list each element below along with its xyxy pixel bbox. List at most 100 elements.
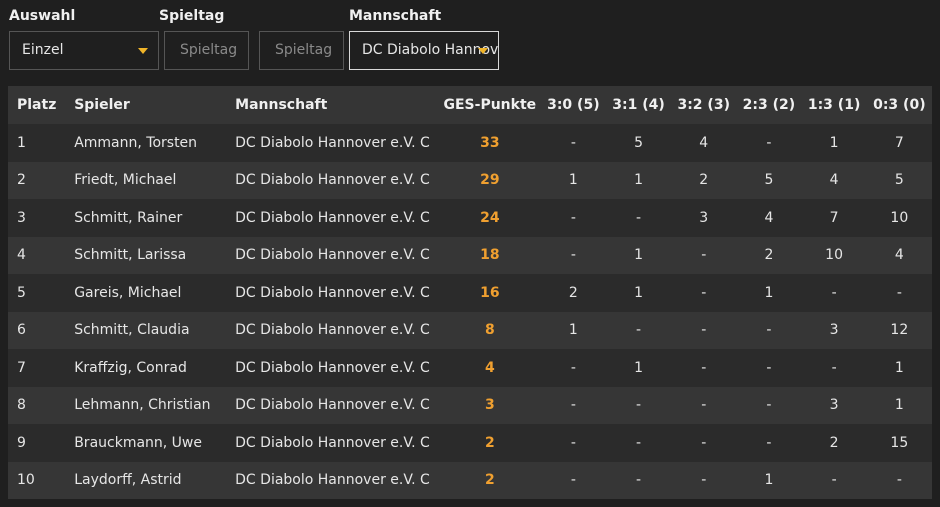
auswahl-select[interactable]: Einzel [9, 31, 159, 70]
cell-mannschaft[interactable]: DC Diabolo Hannover e.V. C [235, 124, 439, 162]
table-row[interactable]: 1 Ammann, Torsten DC Diabolo Hannover e.V.… [8, 124, 932, 162]
spieltag-to-value: Spieltag [275, 42, 333, 58]
header-ges-punkte[interactable]: GES-Punkte [438, 86, 541, 124]
table-row[interactable]: 4 Schmitt, Larissa DC Diabolo Hannover e.V… [8, 236, 932, 274]
cell-3-2: - [671, 349, 737, 387]
spieltag-from-value: Spieltag [180, 42, 238, 58]
table-row[interactable]: 8 Lehmann, Christian DC Diabolo Hannover e… [8, 386, 932, 424]
cell-ges-punkte: 18 [438, 236, 541, 274]
cell-1-3: - [801, 461, 867, 499]
cell-3-1: - [605, 311, 672, 349]
cell-3-1: - [605, 461, 672, 499]
cell-3-2: 2 [671, 161, 737, 199]
auswahl-label: Auswahl [9, 8, 76, 24]
cell-mannschaft[interactable]: DC Diabolo Hannover e.V. C [235, 461, 439, 499]
cell-platz: 7 [8, 349, 75, 387]
cell-spieler[interactable]: Schmitt, Claudia [74, 311, 236, 349]
cell-3-2: - [671, 236, 737, 274]
table-row[interactable]: 2 Friedt, Michael DC Diabolo Hannover e.V.… [8, 161, 932, 199]
cell-mannschaft[interactable]: DC Diabolo Hannover e.V. C [235, 199, 439, 237]
table-row[interactable]: 10 Laydorff, Astrid DC Diabolo Hannover e.… [8, 461, 932, 499]
table-row[interactable]: 9 Brauckmann, Uwe DC Diabolo Hannover e.V.… [8, 424, 932, 462]
spieltag-to-select[interactable]: Spieltag [259, 31, 344, 70]
cell-ges-punkte: 29 [438, 161, 541, 199]
cell-spieler[interactable]: Laydorff, Astrid [74, 461, 236, 499]
cell-spieler[interactable]: Ammann, Torsten [74, 124, 236, 162]
cell-mannschaft[interactable]: DC Diabolo Hannover e.V. C [235, 386, 439, 424]
cell-0-3: 10 [866, 199, 932, 237]
cell-platz: 3 [8, 199, 75, 237]
cell-mannschaft[interactable]: DC Diabolo Hannover e.V. C [235, 236, 439, 274]
mannschaft-select[interactable]: DC Diabolo Hannover e.V. C [349, 31, 499, 70]
cell-1-3: - [801, 274, 867, 312]
table-row[interactable]: 3 Schmitt, Rainer DC Diabolo Hannover e.V.… [8, 199, 932, 237]
cell-spieler[interactable]: Gareis, Michael [74, 274, 236, 312]
header-spieler[interactable]: Spieler [74, 86, 236, 124]
cell-ges-punkte: 2 [438, 424, 541, 462]
cell-platz: 6 [8, 311, 75, 349]
cell-2-3: - [736, 349, 802, 387]
header-0-3[interactable]: 0:3 (0) [866, 86, 932, 124]
cell-platz: 2 [8, 161, 75, 199]
cell-2-3: - [736, 424, 802, 462]
cell-spieler[interactable]: Lehmann, Christian [74, 386, 236, 424]
ranking-table: Platz Spieler Mannschaft GES-Punkte 3:0 … [8, 86, 932, 499]
cell-2-3: - [736, 386, 802, 424]
cell-2-3: - [736, 124, 802, 162]
cell-platz: 8 [8, 386, 75, 424]
cell-1-3: 4 [801, 161, 867, 199]
cell-3-1: 1 [605, 349, 672, 387]
cell-mannschaft[interactable]: DC Diabolo Hannover e.V. C [235, 349, 439, 387]
cell-2-3: 5 [736, 161, 802, 199]
cell-0-3: 1 [866, 349, 932, 387]
cell-3-2: - [671, 274, 737, 312]
cell-0-3: 12 [866, 311, 932, 349]
cell-3-0: - [540, 349, 606, 387]
cell-3-1: 1 [605, 274, 672, 312]
cell-spieler[interactable]: Schmitt, Larissa [74, 236, 236, 274]
caret-down-icon [478, 48, 488, 54]
table-row[interactable]: 7 Kraffzig, Conrad DC Diabolo Hannover e.V… [8, 349, 932, 387]
header-2-3[interactable]: 2:3 (2) [736, 86, 802, 124]
mannschaft-label: Mannschaft [349, 8, 442, 24]
cell-2-3: 4 [736, 199, 802, 237]
cell-3-2: 4 [671, 124, 737, 162]
header-1-3[interactable]: 1:3 (1) [801, 86, 867, 124]
cell-1-3: 7 [801, 199, 867, 237]
cell-mannschaft[interactable]: DC Diabolo Hannover e.V. C [235, 424, 439, 462]
cell-0-3: 4 [866, 236, 932, 274]
table-row[interactable]: 5 Gareis, Michael DC Diabolo Hannover e.V.… [8, 274, 932, 312]
cell-1-3: 3 [801, 386, 867, 424]
cell-platz: 5 [8, 274, 75, 312]
spieltag-label: Spieltag [159, 8, 225, 24]
auswahl-select-value: Einzel [22, 42, 64, 58]
cell-3-1: 1 [605, 161, 672, 199]
cell-spieler[interactable]: Friedt, Michael [74, 161, 236, 199]
cell-spieler[interactable]: Schmitt, Rainer [74, 199, 236, 237]
table-row[interactable]: 6 Schmitt, Claudia DC Diabolo Hannover e.V… [8, 311, 932, 349]
header-3-1[interactable]: 3:1 (4) [605, 86, 672, 124]
cell-spieler[interactable]: Brauckmann, Uwe [74, 424, 236, 462]
cell-0-3: 15 [866, 424, 932, 462]
header-mannschaft[interactable]: Mannschaft [235, 86, 439, 124]
header-3-0[interactable]: 3:0 (5) [540, 86, 606, 124]
cell-1-3: 3 [801, 311, 867, 349]
cell-ges-punkte: 2 [438, 461, 541, 499]
cell-3-0: - [540, 386, 606, 424]
cell-3-0: 2 [540, 274, 606, 312]
caret-down-icon [138, 48, 148, 54]
cell-mannschaft[interactable]: DC Diabolo Hannover e.V. C [235, 161, 439, 199]
cell-2-3: 1 [736, 274, 802, 312]
cell-mannschaft[interactable]: DC Diabolo Hannover e.V. C [235, 311, 439, 349]
cell-3-1: - [605, 424, 672, 462]
cell-2-3: 2 [736, 236, 802, 274]
cell-mannschaft[interactable]: DC Diabolo Hannover e.V. C [235, 274, 439, 312]
cell-spieler[interactable]: Kraffzig, Conrad [74, 349, 236, 387]
header-platz[interactable]: Platz [8, 86, 75, 124]
cell-3-0: 1 [540, 161, 606, 199]
cell-ges-punkte: 4 [438, 349, 541, 387]
spieltag-from-select[interactable]: Spieltag [164, 31, 249, 70]
header-3-2[interactable]: 3:2 (3) [671, 86, 737, 124]
cell-platz: 1 [8, 124, 75, 162]
cell-3-2: 3 [671, 199, 737, 237]
